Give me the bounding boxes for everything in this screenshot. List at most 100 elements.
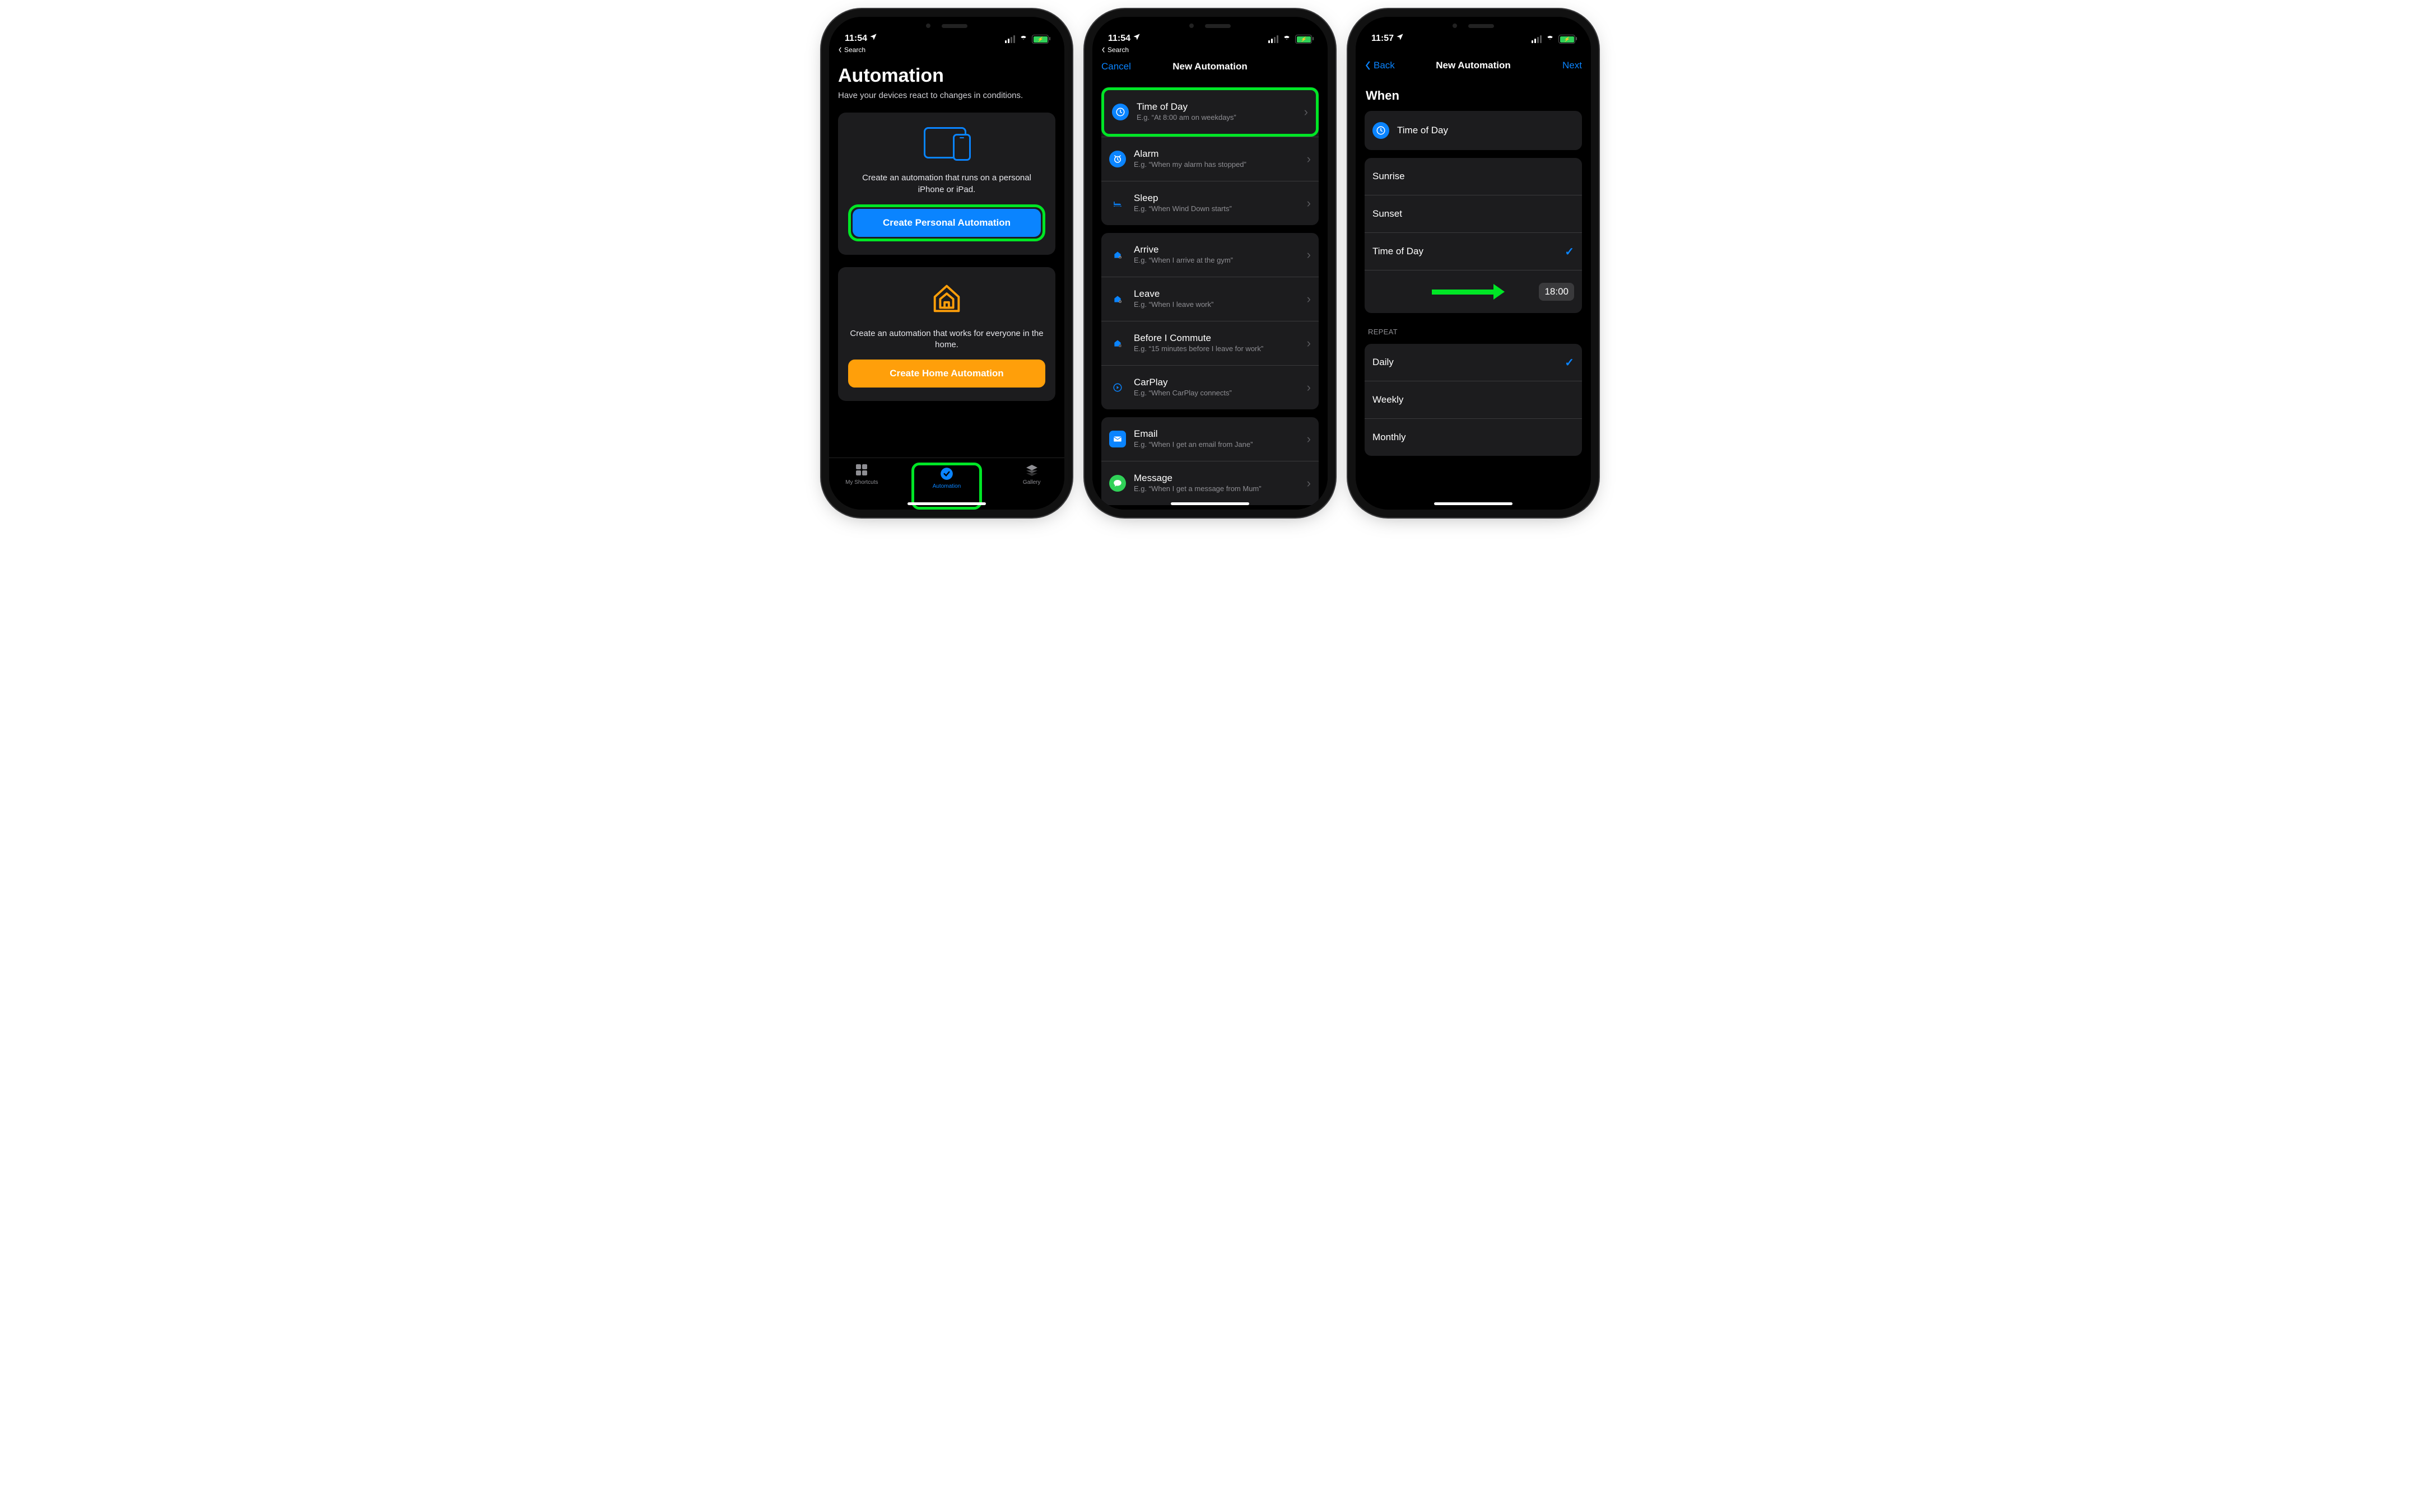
time-value-chip[interactable]: 18:00 (1539, 283, 1574, 301)
trigger-before-commute[interactable]: Before I Commute E.g. “15 minutes before… (1101, 321, 1319, 365)
trigger-alarm[interactable]: Alarm E.g. “When my alarm has stopped” › (1101, 137, 1319, 181)
message-icon (1109, 475, 1126, 492)
trigger-sleep[interactable]: Sleep E.g. “When Wind Down starts” › (1101, 181, 1319, 225)
arrive-icon (1109, 246, 1126, 263)
chevron-right-icon: › (1304, 105, 1308, 119)
carplay-icon (1109, 379, 1126, 396)
tab-label: Gallery (1023, 479, 1041, 486)
chevron-right-icon: › (1307, 380, 1311, 395)
time-option-group: Sunrise Sunset Time of Day ✓ 18:00 (1365, 158, 1582, 313)
location-icon (869, 33, 877, 44)
chevron-right-icon: › (1307, 248, 1311, 262)
trigger-group-time: Time of Day E.g. “At 8:00 am on weekdays… (1101, 87, 1319, 225)
row-sub: E.g. “When CarPlay connects” (1134, 389, 1299, 398)
device-notch (1162, 17, 1258, 35)
chevron-right-icon: › (1307, 336, 1311, 351)
bed-icon (1109, 195, 1126, 212)
cellular-icon (1532, 35, 1542, 43)
row-sub: E.g. “When I leave work” (1134, 300, 1299, 310)
row-sub: E.g. “15 minutes before I leave for work… (1134, 344, 1299, 354)
clock-check-icon (939, 466, 954, 481)
breadcrumb-back[interactable]: Search (1092, 45, 1328, 54)
cellular-icon (1005, 35, 1015, 43)
selected-trigger-title: Time of Day (1397, 125, 1574, 136)
breadcrumb-back[interactable]: Search (829, 45, 1064, 54)
repeat-monthly[interactable]: Monthly (1365, 418, 1582, 456)
status-time: 11:57 (1371, 34, 1394, 44)
row-title: Email (1134, 428, 1299, 440)
breadcrumb-label: Search (844, 46, 865, 54)
create-home-automation-button[interactable]: Create Home Automation (848, 360, 1045, 388)
location-icon (1396, 33, 1404, 44)
trigger-time-of-day[interactable]: Time of Day E.g. “At 8:00 am on weekdays… (1101, 87, 1319, 137)
nav-back-label: Back (1374, 60, 1395, 71)
trigger-carplay[interactable]: CarPlay E.g. “When CarPlay connects” › (1101, 365, 1319, 409)
tab-label: My Shortcuts (845, 479, 878, 486)
battery-icon: ⚡ (1295, 35, 1312, 44)
mail-icon (1109, 431, 1126, 447)
selected-trigger-card: Time of Day (1365, 111, 1582, 150)
selected-trigger-row: Time of Day (1365, 111, 1582, 150)
when-header: When (1366, 88, 1581, 103)
time-picker-row: 18:00 (1365, 270, 1582, 313)
row-title: Leave (1134, 288, 1299, 300)
row-sub: E.g. “At 8:00 am on weekdays” (1137, 113, 1296, 123)
row-title: CarPlay (1134, 377, 1299, 388)
row-sub: E.g. “When my alarm has stopped” (1134, 160, 1299, 170)
wifi-icon (1018, 36, 1028, 43)
option-label: Time of Day (1372, 246, 1557, 257)
home-indicator[interactable] (1434, 502, 1513, 505)
commute-icon (1109, 335, 1126, 352)
trigger-arrive[interactable]: Arrive E.g. “When I arrive at the gym” › (1101, 233, 1319, 277)
annotation-arrow (1432, 284, 1505, 300)
checkmark-icon: ✓ (1565, 356, 1574, 370)
repeat-weekly[interactable]: Weekly (1365, 381, 1582, 418)
chevron-right-icon: › (1307, 292, 1311, 306)
device-automation-home: 11:54 ⚡ Search Automation Have your devi… (829, 17, 1064, 510)
nav-cancel-button[interactable]: Cancel (1101, 54, 1131, 80)
row-title: Arrive (1134, 244, 1299, 255)
nav-next-button[interactable]: Next (1562, 53, 1582, 78)
row-sub: E.g. “When I get an email from Jane” (1134, 440, 1299, 450)
row-title: Sleep (1134, 193, 1299, 204)
nav-bar: Cancel New Automation (1092, 54, 1328, 80)
nav-title: New Automation (1172, 61, 1247, 72)
page-title: Automation (838, 65, 1055, 87)
grid-icon (855, 463, 868, 477)
status-time: 11:54 (845, 34, 867, 44)
trigger-leave[interactable]: Leave E.g. “When I leave work” › (1101, 277, 1319, 321)
page-lead: Have your devices react to changes in co… (838, 90, 1055, 101)
chevron-right-icon: › (1307, 152, 1311, 166)
option-time-of-day[interactable]: Time of Day ✓ (1365, 232, 1582, 270)
option-label: Weekly (1372, 394, 1574, 405)
create-personal-automation-button[interactable]: Create Personal Automation (853, 209, 1041, 237)
row-sub: E.g. “When I arrive at the gym” (1134, 256, 1299, 265)
clock-icon (1372, 122, 1389, 139)
home-indicator[interactable] (1171, 502, 1249, 505)
chevron-right-icon: › (1307, 476, 1311, 491)
leave-icon (1109, 291, 1126, 307)
repeat-section-header: REPEAT (1368, 328, 1579, 336)
tab-my-shortcuts[interactable]: My Shortcuts (829, 463, 895, 510)
repeat-daily[interactable]: Daily ✓ (1365, 344, 1582, 381)
row-sub: E.g. “When Wind Down starts” (1134, 204, 1299, 214)
location-icon (1133, 33, 1141, 44)
wifi-icon (1282, 36, 1292, 43)
home-indicator[interactable] (908, 502, 986, 505)
breadcrumb-label: Search (1107, 46, 1129, 54)
cellular-icon (1268, 35, 1278, 43)
trigger-group-comm: Email E.g. “When I get an email from Jan… (1101, 417, 1319, 505)
home-card-desc: Create an automation that works for ever… (848, 328, 1045, 351)
clock-icon (1112, 104, 1129, 120)
home-automation-card: Create an automation that works for ever… (838, 267, 1055, 402)
option-sunrise[interactable]: Sunrise (1365, 158, 1582, 195)
row-title: Time of Day (1137, 101, 1296, 113)
option-sunset[interactable]: Sunset (1365, 195, 1582, 232)
tab-gallery[interactable]: Gallery (999, 463, 1064, 510)
device-new-automation-list: 11:54 ⚡ Search Cancel New Automation (1092, 17, 1328, 510)
nav-back-button[interactable]: Back (1365, 53, 1395, 78)
trigger-email[interactable]: Email E.g. “When I get an email from Jan… (1101, 417, 1319, 461)
tab-label: Automation (933, 483, 961, 489)
option-label: Monthly (1372, 432, 1574, 443)
trigger-message[interactable]: Message E.g. “When I get a message from … (1101, 461, 1319, 505)
